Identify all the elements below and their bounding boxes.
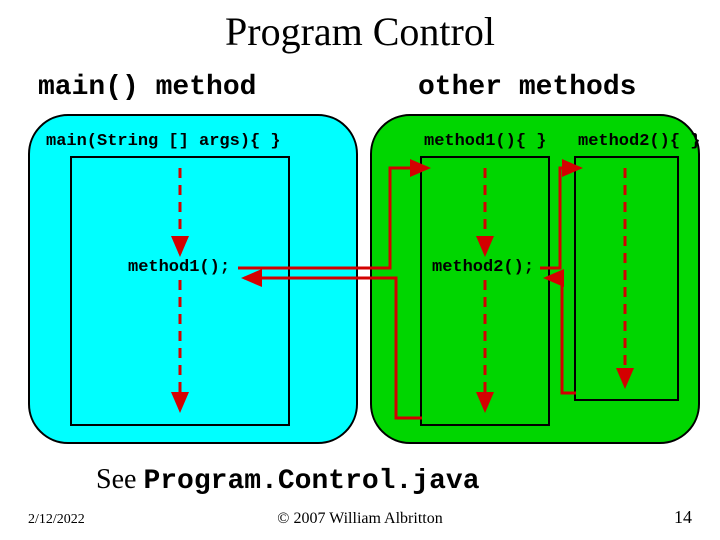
see-prefix: See <box>96 464 143 495</box>
see-filename: Program.Control.java <box>143 466 479 497</box>
footer-page-number: 14 <box>674 507 692 528</box>
see-line: See Program.Control.java <box>96 464 480 497</box>
call-method2: method2(); <box>432 258 534 277</box>
footer-copyright: © 2007 William Albritton <box>0 510 720 528</box>
label-other-methods: other methods <box>418 72 636 103</box>
signature-method1: method1(){ } <box>424 132 546 151</box>
box-method2 <box>574 156 679 401</box>
signature-main: main(String [] args){ } <box>46 132 281 151</box>
box-main <box>70 156 290 426</box>
box-method1 <box>420 156 550 426</box>
page-title: Program Control <box>0 0 720 55</box>
call-method1: method1(); <box>128 258 230 277</box>
diagram-stage: main() method other methods main(String … <box>0 58 720 458</box>
signature-method2: method2(){ } <box>578 132 700 151</box>
label-main-method: main() method <box>38 72 256 103</box>
